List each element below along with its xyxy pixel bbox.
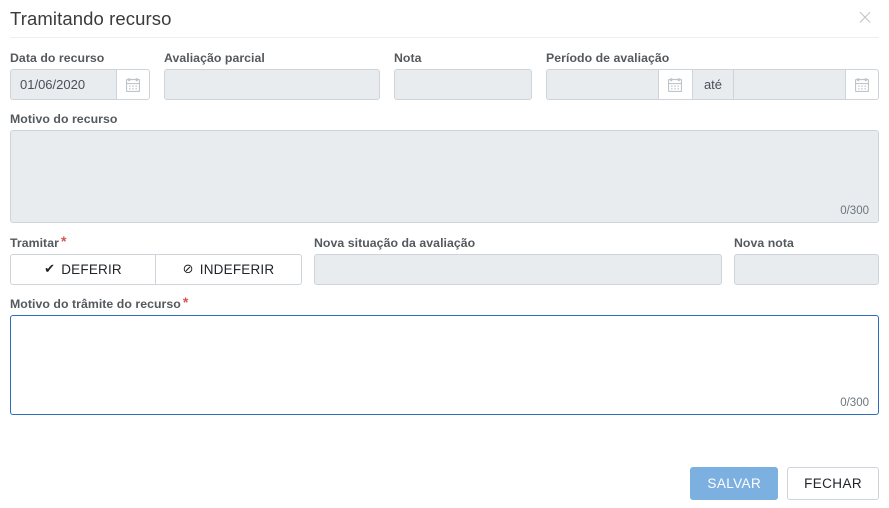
calendar-icon-button-data-do-recurso[interactable] bbox=[116, 69, 150, 100]
calendar-icon-button-periodo-end[interactable] bbox=[844, 69, 879, 100]
nova-situacao-da-avaliacao-input[interactable] bbox=[314, 254, 722, 285]
label-data-do-recurso: Data do recurso bbox=[10, 51, 105, 65]
field-motivo-do-tramite-do-recurso: Motivo do trâmite do recurso * 0/300 bbox=[10, 294, 879, 415]
input-group-data-do-recurso: 01/06/2020 bbox=[10, 69, 150, 100]
motivo-do-recurso-counter: 0/300 bbox=[840, 205, 869, 217]
label-tramitar-text: Tramitar bbox=[10, 236, 59, 250]
periodo-start-group bbox=[546, 69, 692, 100]
motivo-do-tramite-counter: 0/300 bbox=[840, 397, 869, 409]
check-icon: ✔ bbox=[44, 262, 56, 277]
ban-icon: ⊘ bbox=[182, 262, 194, 277]
field-nota: Nota bbox=[394, 51, 532, 100]
label-periodo-de-avaliacao: Período de avaliação bbox=[546, 51, 670, 65]
indeferir-button[interactable]: ⊘ INDEFERIR bbox=[156, 254, 302, 285]
label-avaliacao-parcial: Avaliação parcial bbox=[164, 51, 265, 65]
required-asterisk-motivo-tramite: * bbox=[182, 294, 189, 310]
calendar-icon bbox=[854, 77, 869, 92]
form-row-dates: Data do recurso 01/06/2020 Avaliação par… bbox=[10, 38, 879, 100]
periodo-end-group bbox=[733, 69, 879, 100]
indeferir-button-label: INDEFERIR bbox=[199, 262, 275, 277]
avaliacao-parcial-input[interactable] bbox=[164, 69, 380, 100]
label-motivo-do-tramite-do-recurso: Motivo do trâmite do recurso * bbox=[10, 294, 879, 312]
modal-footer: SALVAR FECHAR bbox=[690, 467, 879, 500]
periodo-end-input[interactable] bbox=[733, 69, 845, 100]
motivo-do-recurso-textarea[interactable]: 0/300 bbox=[10, 130, 879, 223]
periodo-separator-label: até bbox=[691, 69, 734, 100]
field-periodo-de-avaliacao: Período de avaliação até bbox=[546, 51, 879, 100]
nota-input[interactable] bbox=[394, 69, 532, 100]
label-motivo-do-tramite-text: Motivo do trâmite do recurso bbox=[10, 297, 181, 311]
field-tramitar: Tramitar * ✔ DEFERIR ⊘ INDEFERIR bbox=[10, 233, 302, 285]
calendar-icon bbox=[668, 77, 683, 92]
input-group-periodo-de-avaliacao: até bbox=[546, 69, 879, 100]
calendar-icon bbox=[126, 77, 140, 92]
field-nova-situacao-da-avaliacao: Nova situação da avaliação bbox=[314, 236, 722, 285]
motivo-do-tramite-text bbox=[11, 316, 878, 414]
label-nova-situacao-da-avaliacao: Nova situação da avaliação bbox=[314, 236, 476, 250]
field-data-do-recurso: Data do recurso 01/06/2020 bbox=[10, 51, 150, 100]
nova-nota-input[interactable] bbox=[734, 254, 879, 285]
required-asterisk-tramitar: * bbox=[60, 233, 67, 249]
field-motivo-do-recurso: Motivo do recurso 0/300 bbox=[10, 112, 879, 223]
label-tramitar: Tramitar * bbox=[10, 233, 302, 251]
motivo-do-tramite-textarea[interactable]: 0/300 bbox=[10, 315, 879, 415]
deferir-button-label: DEFERIR bbox=[61, 262, 122, 277]
field-avaliacao-parcial: Avaliação parcial bbox=[164, 51, 380, 100]
form-row-tramitar: Tramitar * ✔ DEFERIR ⊘ INDEFERIR Nova sit… bbox=[10, 233, 879, 285]
label-nota: Nota bbox=[394, 51, 422, 65]
data-do-recurso-input[interactable]: 01/06/2020 bbox=[10, 69, 116, 100]
calendar-icon-button-periodo-start[interactable] bbox=[657, 69, 692, 100]
save-button[interactable]: SALVAR bbox=[690, 467, 779, 500]
label-nova-nota: Nova nota bbox=[734, 236, 794, 250]
tramitar-button-group: ✔ DEFERIR ⊘ INDEFERIR bbox=[10, 254, 302, 285]
tramitando-recurso-modal: Tramitando recurso × Data do recurso 01/… bbox=[0, 0, 889, 508]
field-nova-nota: Nova nota bbox=[734, 236, 879, 285]
motivo-do-recurso-text bbox=[11, 131, 878, 222]
label-motivo-do-recurso: Motivo do recurso bbox=[10, 112, 118, 126]
close-button[interactable]: FECHAR bbox=[787, 467, 879, 500]
page-title: Tramitando recurso bbox=[10, 8, 172, 29]
modal-header: Tramitando recurso × bbox=[10, 0, 879, 37]
close-icon[interactable]: × bbox=[853, 6, 877, 30]
periodo-start-input[interactable] bbox=[546, 69, 658, 100]
deferir-button[interactable]: ✔ DEFERIR bbox=[10, 254, 156, 285]
